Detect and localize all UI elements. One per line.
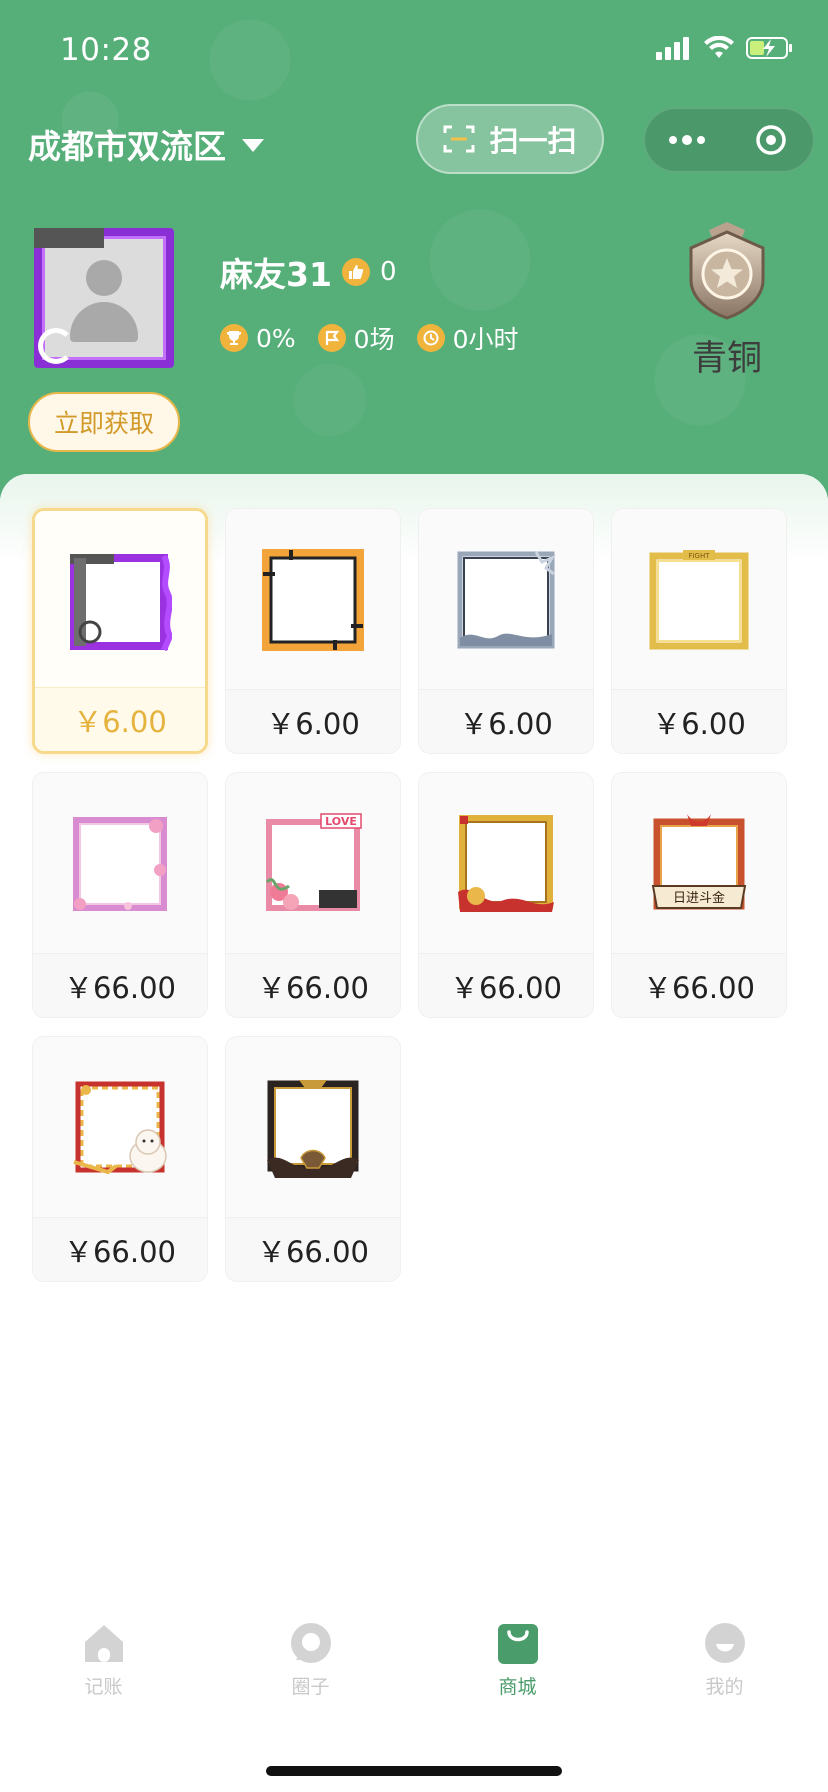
frame-preview: [419, 509, 593, 691]
frame-card[interactable]: 日进斗金 ￥66.00: [611, 772, 787, 1018]
frame-price: ￥66.00: [226, 953, 400, 1017]
frame-price: ￥66.00: [33, 953, 207, 1017]
games-value: 0场: [353, 325, 395, 354]
tab-label: 圈子: [291, 1676, 330, 1698]
bronze-rank-medal-icon: [689, 222, 765, 320]
black-gold-helmet-frame-icon: [267, 1080, 359, 1178]
moon-emblem-icon: [38, 328, 74, 364]
purple-flame-frame-icon: [70, 554, 172, 652]
trophy-icon: [220, 324, 248, 352]
header-background: 10:28 成都市双流区 扫一扫 麻友31 0 0% 0场 0小时 青铜 立即获…: [0, 0, 828, 500]
frame-price: ￥6.00: [612, 689, 786, 753]
frame-price: ￥66.00: [419, 953, 593, 1017]
frame-card[interactable]: FIGHT ￥6.00: [611, 508, 787, 754]
tab-label: 商城: [498, 1676, 537, 1698]
frame-price: ￥6.00: [35, 687, 205, 751]
frame-price: ￥66.00: [226, 1217, 400, 1281]
frame-preview: FIGHT: [612, 509, 786, 691]
status-bar: 10:28: [0, 28, 828, 72]
like-count: 0: [379, 257, 397, 287]
scan-icon: [443, 125, 475, 153]
frame-preview: [35, 511, 205, 693]
tab-mine[interactable]: 我的: [621, 1620, 828, 1730]
shopping-bag-icon: [497, 1624, 538, 1664]
frame-card[interactable]: ￥66.00: [32, 772, 208, 1018]
scroll-label: 日进斗金: [673, 890, 725, 906]
wifi-icon: [704, 36, 734, 58]
gold-fight-frame-icon: FIGHT: [649, 550, 749, 650]
frame-preview: 日进斗金: [612, 773, 786, 955]
thumbs-up-icon[interactable]: [341, 258, 370, 286]
close-miniapp-button[interactable]: [729, 109, 813, 171]
tab-label: 我的: [705, 1676, 744, 1698]
frame-card[interactable]: ￥6.00: [225, 508, 401, 754]
more-button[interactable]: [645, 109, 729, 171]
shop-panel: ￥6.00 ￥6.00 ￥6.00 FIGHT ￥6.00 ￥66.00 LOV…: [0, 474, 828, 1634]
orange-tech-frame-icon: [262, 549, 364, 651]
frame-preview: [226, 509, 400, 691]
rank-label: 青铜: [691, 339, 762, 379]
city-selector[interactable]: 成都市双流区: [28, 120, 264, 168]
frame-grid: ￥6.00 ￥6.00 ￥6.00 FIGHT ￥6.00 ￥66.00 LOV…: [32, 508, 787, 1282]
ink-wash-frame-icon: [457, 551, 556, 649]
frame-price: ￥6.00: [419, 689, 593, 753]
default-user-icon: [70, 260, 138, 342]
frame-price: ￥6.00: [226, 689, 400, 753]
tab-bookkeeping[interactable]: 记账: [0, 1620, 207, 1730]
frame-preview: [33, 1037, 207, 1219]
username-row: 麻友31 0: [220, 248, 396, 296]
username: 麻友31: [220, 255, 332, 294]
stat-win-rate: 0%: [220, 320, 296, 356]
chevron-down-icon: [242, 138, 264, 152]
home-icon: [84, 1625, 123, 1662]
frame-card[interactable]: ￥6.00: [418, 508, 594, 754]
frame-preview: LOVE: [226, 773, 400, 955]
avatar[interactable]: [34, 228, 174, 368]
frame-preview: [419, 773, 593, 955]
target-circle-icon: [756, 125, 786, 155]
frame-card[interactable]: ￥66.00: [225, 1036, 401, 1282]
lucky-cat-frame-icon: [73, 1081, 167, 1175]
more-dots-icon: [669, 135, 705, 145]
stat-games: 0场: [317, 320, 395, 356]
pink-blossom-frame-icon: [73, 817, 167, 911]
signal-icon: [656, 37, 689, 60]
miniapp-capsule: [644, 108, 814, 172]
clock-icon: [416, 324, 445, 352]
frame-card[interactable]: LOVE ￥66.00: [225, 772, 401, 1018]
frame-card[interactable]: ￥66.00: [418, 772, 594, 1018]
get-now-button[interactable]: 立即获取: [28, 392, 180, 452]
frame-card[interactable]: ￥6.00: [32, 508, 208, 754]
scan-label: 扫一扫: [489, 124, 577, 158]
flag-icon: [317, 324, 346, 352]
battery-charging-icon: [746, 37, 792, 59]
circle-icon: [290, 1623, 331, 1663]
red-scroll-frame-icon: 日进斗金: [651, 814, 747, 910]
tab-circle[interactable]: 圈子: [207, 1620, 414, 1730]
scan-button[interactable]: 扫一扫: [416, 104, 604, 174]
stat-hours: 0小时: [416, 320, 519, 356]
status-icons: [656, 36, 794, 60]
tab-mall[interactable]: 商城: [414, 1620, 621, 1730]
frame-preview: [226, 1037, 400, 1219]
hours-value: 0小时: [452, 325, 519, 354]
city-label: 成都市双流区: [28, 127, 226, 166]
frame-preview: [33, 773, 207, 955]
home-indicator[interactable]: [266, 1766, 562, 1776]
fight-label: FIGHT: [688, 552, 710, 560]
win-rate-value: 0%: [256, 323, 296, 353]
frame-price: ￥66.00: [612, 953, 786, 1017]
bottom-tab-bar: 记账 圈子 商城 我的: [0, 1620, 828, 1730]
tab-label: 记账: [84, 1676, 123, 1698]
frame-price: ￥66.00: [33, 1217, 207, 1281]
status-time: 10:28: [60, 32, 152, 68]
gold-ribbon-frame-icon: [458, 815, 554, 912]
love-label: LOVE: [325, 815, 357, 828]
stats-row: 0% 0场 0小时: [220, 320, 518, 356]
rank-badge[interactable]: 青铜: [672, 218, 782, 381]
love-roses-frame-icon: LOVE: [265, 813, 362, 911]
frame-card[interactable]: ￥66.00: [32, 1036, 208, 1282]
smile-icon: [704, 1623, 745, 1663]
